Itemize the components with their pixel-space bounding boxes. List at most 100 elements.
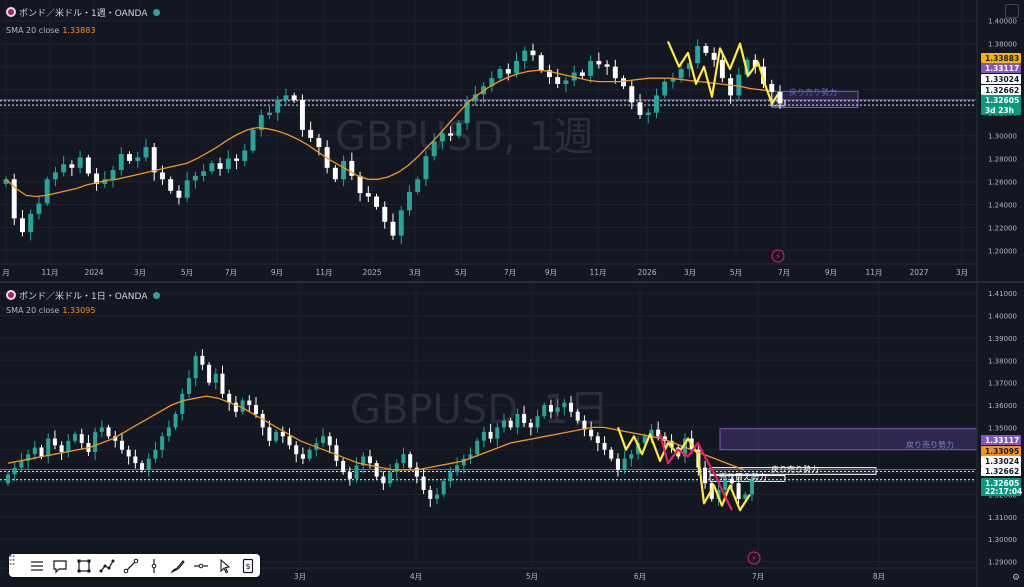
candle-body <box>434 494 439 499</box>
candle-body <box>280 431 285 437</box>
trend-line-tool-icon[interactable] <box>119 554 143 577</box>
candle-body <box>217 163 223 169</box>
candle-body <box>514 60 519 74</box>
weekly-sma-legend[interactable]: SMA 20 close 1.33883 <box>6 26 95 35</box>
candle-body <box>327 436 332 446</box>
candle-body <box>374 463 379 477</box>
price-badge-text: 1.33883 <box>985 54 1019 63</box>
gbp-usd-symbol-icon <box>6 7 16 17</box>
maximize-pane-icon[interactable] <box>1005 4 1019 18</box>
candle-body <box>321 436 326 444</box>
candle-body <box>135 157 141 161</box>
path-tool-icon[interactable] <box>96 554 120 577</box>
weekly-legend-title: ポンド／米ドル・1週・OANDA <box>19 9 148 19</box>
price-tick-label: 1.38000 <box>988 41 1017 49</box>
candle-body <box>406 191 412 211</box>
rectangle-tool-icon[interactable] <box>72 554 96 577</box>
candle-body <box>73 434 78 441</box>
candle-body <box>106 427 111 437</box>
candle-body <box>448 133 454 136</box>
candle-body <box>160 436 165 450</box>
candle-body <box>5 474 11 484</box>
news-lightning-glyph: ⚡ <box>775 252 781 261</box>
cursor-tool-icon[interactable] <box>213 554 237 577</box>
time-tick-label: 2026 <box>637 268 656 277</box>
time-tick-label: 2025 <box>362 268 381 277</box>
zone-label: 戻り売り勢力 <box>789 87 837 97</box>
candle-body <box>79 434 84 444</box>
candle-body <box>341 460 346 473</box>
candle-body <box>308 129 314 138</box>
price-badge-text: 1.32662 <box>985 86 1019 95</box>
candle-body <box>193 355 198 379</box>
candle-body <box>481 431 486 441</box>
svg-text:$: $ <box>246 562 251 571</box>
daily-pane[interactable]: GBPUSD, 1日 戻り売り勢力 戻り売り勢力 売り買え勢力 ⚡ 1.41000 1.40… <box>0 283 1024 587</box>
drawing-toolbar[interactable]: $ <box>9 554 260 577</box>
candle-body <box>354 465 359 479</box>
candle-body <box>455 465 460 473</box>
candle-body <box>645 112 651 115</box>
candle-body <box>225 158 231 169</box>
candle-body <box>388 472 393 484</box>
settings-gear-icon[interactable]: ⚙ <box>1011 573 1021 583</box>
weekly-pane[interactable]: GBPUSD, 1週戻り売り勢力⚡1.400001.380001.360001.… <box>0 0 1024 281</box>
candle-body <box>267 427 272 441</box>
candle-body <box>497 68 503 79</box>
time-tick-label: 8月 <box>873 572 885 581</box>
candle-body <box>612 66 618 79</box>
candle-body <box>398 210 404 236</box>
candle-body <box>777 91 783 104</box>
candle-body <box>401 454 406 464</box>
candle-body <box>153 449 158 459</box>
candle-body <box>475 440 480 455</box>
price-tick-label: 1.22000 <box>988 225 1017 233</box>
time-tick-label: 2027 <box>909 268 928 277</box>
candle-body <box>555 407 560 412</box>
candle-body <box>334 445 339 461</box>
candle-body <box>390 221 396 236</box>
drag-handle-icon[interactable] <box>9 554 25 577</box>
candle-body <box>736 74 742 96</box>
vertical-line-tool-icon[interactable] <box>143 554 167 577</box>
candle-body <box>595 436 600 444</box>
multiline-tool-icon[interactable] <box>25 554 49 577</box>
candle-body <box>242 150 248 161</box>
market-status-icon <box>153 292 161 299</box>
price-badge-text: 1.32662 <box>985 467 1019 476</box>
candle-body <box>118 154 124 171</box>
weekly-legend[interactable]: ポンド／米ドル・1週・OANDA <box>6 6 161 19</box>
candle-body <box>192 175 198 181</box>
symbol-watermark: GBPUSD, 1週 <box>335 114 594 160</box>
horizontal-ray-tool-icon[interactable] <box>190 554 214 577</box>
candle-body <box>365 193 371 197</box>
daily-sma-legend[interactable]: SMA 20 close 1.33095 <box>6 306 95 315</box>
price-label-tool-icon[interactable]: $ <box>237 554 261 577</box>
daily-legend[interactable]: ポンド／米ドル・1日・OANDA <box>6 289 161 302</box>
candle-body <box>538 55 544 71</box>
weekly-chart-svg[interactable]: GBPUSD, 1週戻り売り勢力⚡1.400001.380001.360001.… <box>0 0 1024 281</box>
candle-body <box>589 429 594 437</box>
candle-body <box>176 190 182 198</box>
candle-body <box>615 458 620 470</box>
candle-body <box>736 483 741 499</box>
candle-body <box>654 95 659 113</box>
daily-chart-svg[interactable]: GBPUSD, 1日戻り売り勢力戻り売り勢力売り買え勢力⚡1.410001.40… <box>0 283 1024 587</box>
news-lightning-glyph: ⚡ <box>751 554 757 563</box>
candle-body <box>61 164 67 173</box>
candle-body <box>347 472 352 479</box>
candle-body <box>39 447 44 457</box>
candle-body <box>200 355 205 365</box>
candle-body <box>637 102 643 115</box>
price-tick-label: 1.26000 <box>988 179 1017 187</box>
candle-body <box>441 481 446 495</box>
price-badge-text: 1.33095 <box>985 447 1019 456</box>
candle-body <box>522 50 528 61</box>
time-tick-label: 月 <box>2 268 10 277</box>
candle-body <box>542 405 547 417</box>
candle-body <box>522 413 527 423</box>
candle-body <box>19 460 24 468</box>
candle-body <box>300 454 305 459</box>
brush-tool-icon[interactable] <box>166 554 190 577</box>
callout-tool-icon[interactable] <box>49 554 73 577</box>
